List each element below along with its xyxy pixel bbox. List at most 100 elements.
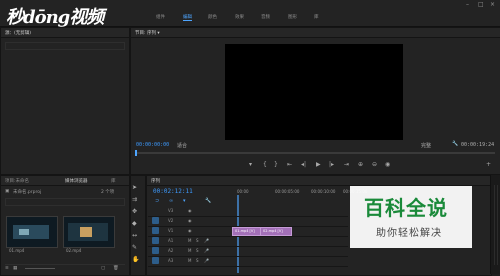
menu-item-audio[interactable]: 音频 [261, 14, 270, 20]
maximize-button[interactable]: □ [478, 1, 484, 8]
go-to-in-icon[interactable]: ⇤ [287, 161, 292, 168]
playhead-scrubber[interactable] [135, 152, 495, 154]
menu-item-editing[interactable]: 编辑 [183, 14, 192, 21]
project-panel-header: 项目:未命名 媒体浏览器 库 [1, 176, 129, 186]
project-path: 未命名.prproj [13, 190, 42, 195]
lift-icon[interactable]: ⊕ [358, 161, 363, 168]
track-label: A3 [168, 258, 174, 263]
mic-icon[interactable]: 🎤 [204, 248, 209, 253]
track-label: A2 [168, 248, 174, 253]
tab-libraries[interactable]: 库 [111, 178, 116, 184]
solo-icon[interactable]: S [196, 258, 199, 263]
fit-dropdown[interactable]: 适合 [177, 142, 187, 149]
trash-icon[interactable]: 🗑 [113, 266, 119, 271]
step-forward-icon[interactable]: |▸ [329, 161, 334, 168]
close-button[interactable]: × [490, 1, 495, 8]
hand-tool-icon[interactable]: ✋ [132, 256, 139, 263]
play-icon[interactable]: ▶ [316, 161, 321, 168]
track-target-a3[interactable] [152, 257, 159, 264]
add-button-icon[interactable]: + [486, 161, 491, 168]
playhead-marker[interactable] [135, 150, 137, 156]
thumbnail-label-2: 02.mp4 [66, 248, 82, 253]
source-panel-header: 源：(无剪辑) [1, 28, 129, 38]
tab-media-browser[interactable]: 媒体浏览器 [65, 178, 88, 184]
mark-in-icon[interactable]: { [263, 161, 267, 168]
menu-item-components[interactable]: 组件 [156, 14, 165, 20]
project-footer-bar: ≡ ▦ ▢ 🗑 [5, 264, 125, 271]
thumbnail-clip-1[interactable] [6, 216, 58, 248]
track-label: V3 [168, 208, 174, 213]
icon-view-icon[interactable]: ▦ [13, 266, 17, 271]
watermark-title: 百科全说 [364, 196, 448, 220]
clip-2[interactable]: 02.mp4 [V] [260, 227, 292, 236]
track-target-v2[interactable] [152, 217, 159, 224]
thumbnail-clip-2[interactable] [63, 216, 115, 248]
project-panel: 项目:未命名 媒体浏览器 库 ▣ 未命名.prproj 2 个项 01.mp4 … [0, 175, 130, 276]
new-item-icon[interactable]: ▢ [101, 266, 105, 271]
solo-icon[interactable]: S [196, 248, 199, 253]
minimize-button[interactable]: – [466, 1, 469, 8]
wrench-icon[interactable]: 🔧 [452, 141, 458, 147]
quality-dropdown[interactable]: 完整 [421, 142, 431, 149]
selection-tool-icon[interactable]: ➤ [132, 184, 137, 191]
menu-item-color[interactable]: 颜色 [208, 14, 217, 20]
track-label: V2 [168, 218, 174, 223]
timeline-header: 序列 [147, 176, 491, 186]
snap-icon[interactable]: ⊃ [155, 198, 159, 204]
zoom-slider[interactable] [25, 268, 55, 269]
timeline-wrench-icon[interactable]: 🔧 [205, 198, 211, 204]
menu-bar: 秒dōng视频 组件 编辑 颜色 效果 音频 图形 库 – □ × [0, 0, 500, 28]
thumbnail-label-1: 01.mp4 [9, 248, 25, 253]
eye-icon[interactable]: ◉ [188, 218, 192, 223]
add-marker-icon[interactable]: ▾ [249, 161, 252, 168]
linked-selection-icon[interactable]: ∞ [169, 198, 173, 204]
project-search-input[interactable] [5, 198, 125, 206]
export-frame-icon[interactable]: ◉ [385, 161, 390, 168]
source-placeholder-bar [5, 42, 125, 50]
solo-icon[interactable]: S [196, 238, 199, 243]
clip-1[interactable]: 01.mp4 [V] [232, 227, 262, 236]
timecode-out: 00:00:19:24 [461, 142, 495, 148]
track-target-a2[interactable] [152, 247, 159, 254]
mute-icon[interactable]: M [188, 248, 191, 253]
ruler-mark-2: 00:00:10:00 [311, 189, 336, 194]
slip-tool-icon[interactable]: ↔ [132, 232, 137, 239]
tab-sequence[interactable]: 序列 [151, 178, 160, 184]
track-select-icon[interactable]: ⇉ [132, 196, 137, 203]
extract-icon[interactable]: ⊖ [372, 161, 377, 168]
mic-icon[interactable]: 🎤 [204, 258, 209, 263]
mark-out-icon[interactable]: } [274, 161, 278, 168]
razor-tool-icon[interactable]: ◆ [132, 220, 137, 227]
folder-icon: ▣ [5, 189, 10, 194]
track-target-v1[interactable] [152, 227, 159, 234]
list-view-icon[interactable]: ≡ [5, 266, 9, 271]
source-panel: 源：(无剪辑) [0, 27, 130, 175]
track-label: V1 [168, 228, 174, 233]
step-back-icon[interactable]: ◂| [301, 161, 306, 168]
go-to-out-icon[interactable]: ⇥ [344, 161, 349, 168]
item-count: 2 个项 [101, 190, 115, 195]
eye-icon[interactable]: ◉ [188, 228, 192, 233]
logo: 秒dōng视频 [6, 3, 126, 28]
menu-item-effects[interactable]: 效果 [235, 14, 244, 20]
eye-icon[interactable]: ◉ [188, 208, 192, 213]
program-monitor: 节目: 序列 ▾ 00:00:00:00 适合 完整 🔧 00:00:19:24… [130, 27, 500, 175]
add-marker-timeline-icon[interactable]: ▾ [183, 198, 186, 204]
track-label: A1 [168, 238, 174, 243]
tab-source[interactable]: 源：(无剪辑) [5, 30, 31, 36]
pen-tool-icon[interactable]: ✎ [132, 244, 137, 251]
clip-label: 01.mp4 [V] [235, 229, 255, 233]
timeline-timecode[interactable]: 00:02:12:11 [153, 188, 193, 195]
mute-icon[interactable]: M [188, 238, 191, 243]
mic-icon[interactable]: 🎤 [204, 238, 209, 243]
tab-program[interactable]: 节目: 序列 ▾ [135, 30, 160, 36]
ripple-edit-icon[interactable]: ✥ [132, 208, 137, 215]
mute-icon[interactable]: M [188, 258, 191, 263]
timecode-in[interactable]: 00:00:00:00 [136, 142, 169, 148]
logo-text: 秒dōng视频 [6, 7, 104, 28]
track-target-a1[interactable] [152, 237, 159, 244]
tab-project[interactable]: 项目:未命名 [5, 178, 29, 184]
menu-item-graphics[interactable]: 图形 [288, 14, 297, 20]
menu-item-libraries[interactable]: 库 [314, 14, 319, 20]
ruler-mark-0: 00:00 [237, 189, 249, 194]
